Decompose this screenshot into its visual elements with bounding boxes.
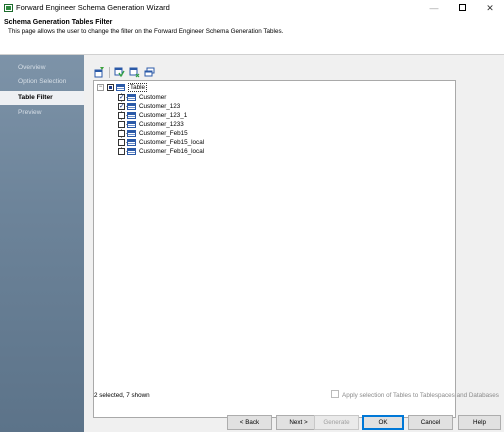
wizard-sidebar: Overview Option Selection Table Filter P… (0, 55, 84, 432)
tree-item[interactable]: Customer_Feb15_local (118, 138, 204, 147)
table-icon (127, 121, 136, 128)
maximize-icon (458, 4, 466, 11)
selection-summary: 2 selected, 7 shown (94, 392, 150, 399)
tree-item[interactable]: Customer (118, 93, 166, 102)
table-icon (127, 94, 136, 101)
tree-item[interactable]: Customer_123_1 (118, 111, 187, 120)
select-all-icon[interactable] (114, 67, 125, 78)
item-checkbox[interactable] (118, 130, 125, 137)
tree-root-row[interactable]: − Table (97, 83, 148, 92)
collapse-toggle[interactable]: − (97, 84, 104, 91)
window-title: Forward Engineer Schema Generation Wizar… (16, 3, 170, 12)
close-button[interactable]: ✕ (480, 2, 500, 14)
item-checkbox[interactable] (118, 102, 125, 110)
deselect-all-icon[interactable] (129, 67, 140, 78)
table-icon (116, 84, 125, 91)
table-icon (127, 103, 136, 110)
tree-item[interactable]: Customer_Feb15 (118, 129, 188, 138)
page-title: Schema Generation Tables Filter (4, 19, 113, 26)
sidebar-item-overview[interactable]: Overview (0, 61, 84, 75)
table-icon (127, 112, 136, 119)
item-checkbox[interactable] (118, 139, 125, 146)
maximize-button[interactable] (452, 2, 472, 14)
tree-item-label: Customer_Feb15_local (139, 139, 205, 146)
expand-collapse-icon[interactable] (144, 67, 155, 78)
item-checkbox[interactable] (118, 121, 125, 128)
back-button[interactable]: < Back (227, 415, 272, 430)
root-checkbox[interactable] (107, 84, 114, 91)
toolbar-separator (109, 66, 110, 78)
table-icon (127, 148, 136, 155)
table-icon (127, 139, 136, 146)
title-bar: Forward Engineer Schema Generation Wizar… (0, 0, 504, 16)
tree-root-label: Table (128, 83, 148, 92)
page-description: This page allows the user to change the … (8, 28, 284, 35)
tree-item-label: Customer_1233 (139, 121, 184, 128)
sidebar-item-option-selection[interactable]: Option Selection (0, 75, 84, 89)
tree-item-label: Customer_Feb16_local (139, 148, 205, 155)
item-checkbox[interactable] (118, 148, 125, 155)
wizard-header: Schema Generation Tables Filter This pag… (0, 16, 504, 54)
generate-button[interactable]: Generate (314, 415, 359, 430)
content-area: − Table Customer Customer_123 Customer_1… (84, 55, 504, 432)
apply-selection-checkbox[interactable] (331, 390, 339, 398)
app-icon (4, 4, 13, 12)
tree-item[interactable]: Customer_123 (118, 102, 180, 111)
tree-item[interactable]: Customer_Feb16_local (118, 147, 204, 156)
tree-item-label: Customer_Feb15 (139, 130, 188, 137)
sidebar-item-preview[interactable]: Preview (0, 106, 84, 120)
help-button[interactable]: Help (458, 415, 501, 430)
minimize-button[interactable]: — (424, 2, 444, 14)
cancel-button[interactable]: Cancel (408, 415, 453, 430)
item-checkbox[interactable] (118, 93, 125, 101)
item-checkbox[interactable] (118, 112, 125, 119)
apply-selection-label: Apply selection of Tables to Tablespaces… (342, 392, 499, 399)
table-tree[interactable]: − Table Customer Customer_123 Customer_1… (93, 80, 456, 418)
ok-button[interactable]: OK (362, 415, 404, 430)
tree-item-label: Customer (139, 94, 167, 101)
filter-icon[interactable] (94, 66, 105, 78)
tree-item[interactable]: Customer_1233 (118, 120, 184, 129)
table-icon (127, 130, 136, 137)
tree-item-label: Customer_123_1 (139, 112, 188, 119)
sidebar-item-table-filter[interactable]: Table Filter (0, 91, 84, 105)
tree-item-label: Customer_123 (139, 103, 181, 110)
tree-toolbar (94, 65, 155, 79)
